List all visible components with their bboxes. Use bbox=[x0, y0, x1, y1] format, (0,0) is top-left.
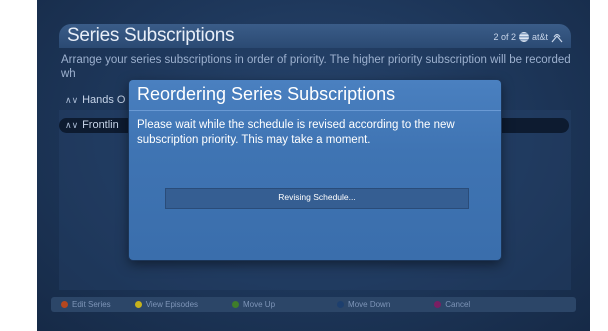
footer-button-label: Cancel bbox=[445, 300, 471, 309]
att-globe-icon bbox=[518, 32, 529, 42]
progress-indicator: Revising Schedule... bbox=[165, 188, 469, 209]
move-up-button[interactable]: Move Up bbox=[232, 300, 275, 309]
dialog-divider bbox=[129, 110, 501, 111]
dialog-title: Reordering Series Subscriptions bbox=[137, 84, 396, 104]
reorder-arrows-icon: ∧∨ bbox=[65, 95, 79, 105]
dialog-message: Please wait while the schedule is revise… bbox=[137, 119, 455, 146]
move-down-button[interactable]: Move Down bbox=[337, 300, 390, 309]
list-item-label: Hands O bbox=[82, 94, 126, 106]
dish-signal-icon bbox=[551, 33, 563, 42]
footer-button-label: View Episodes bbox=[145, 300, 199, 309]
red-button-icon bbox=[61, 301, 68, 308]
edit-series-button[interactable]: Edit Series bbox=[61, 300, 111, 309]
carrier-label: at&t bbox=[531, 32, 548, 42]
green-button-icon bbox=[232, 301, 240, 308]
list-item-label: Frontlin bbox=[82, 119, 119, 131]
cancel-button[interactable]: Cancel bbox=[434, 300, 470, 309]
instructions-text: Arrange your series subscriptions in ord… bbox=[61, 54, 571, 80]
progress-label: Revising Schedule... bbox=[278, 192, 356, 202]
yellow-button-icon bbox=[134, 301, 142, 308]
footer-button-bar: Edit Series View Episodes Move Up Move D… bbox=[51, 297, 576, 312]
view-episodes-button[interactable]: View Episodes bbox=[134, 300, 199, 309]
page-indicator: 2 of 2 bbox=[493, 32, 516, 42]
tv-screen: Series Subscriptions 2 of 2 at&t Arrange… bbox=[37, 0, 590, 331]
blue-button-icon bbox=[337, 301, 345, 308]
header-bar: Series Subscriptions 2 of 2 at&t bbox=[59, 24, 571, 48]
reorder-dialog: Reordering Series Subscriptions Please w… bbox=[129, 80, 501, 260]
footer-button-label: Edit Series bbox=[72, 300, 111, 309]
footer-button-label: Move Up bbox=[243, 300, 276, 309]
status-area: 2 of 2 at&t bbox=[493, 30, 563, 44]
reorder-arrows-icon: ∧∨ bbox=[65, 120, 79, 130]
footer-button-label: Move Down bbox=[348, 300, 391, 309]
page-title: Series Subscriptions bbox=[67, 25, 235, 46]
purple-button-icon bbox=[434, 301, 442, 308]
